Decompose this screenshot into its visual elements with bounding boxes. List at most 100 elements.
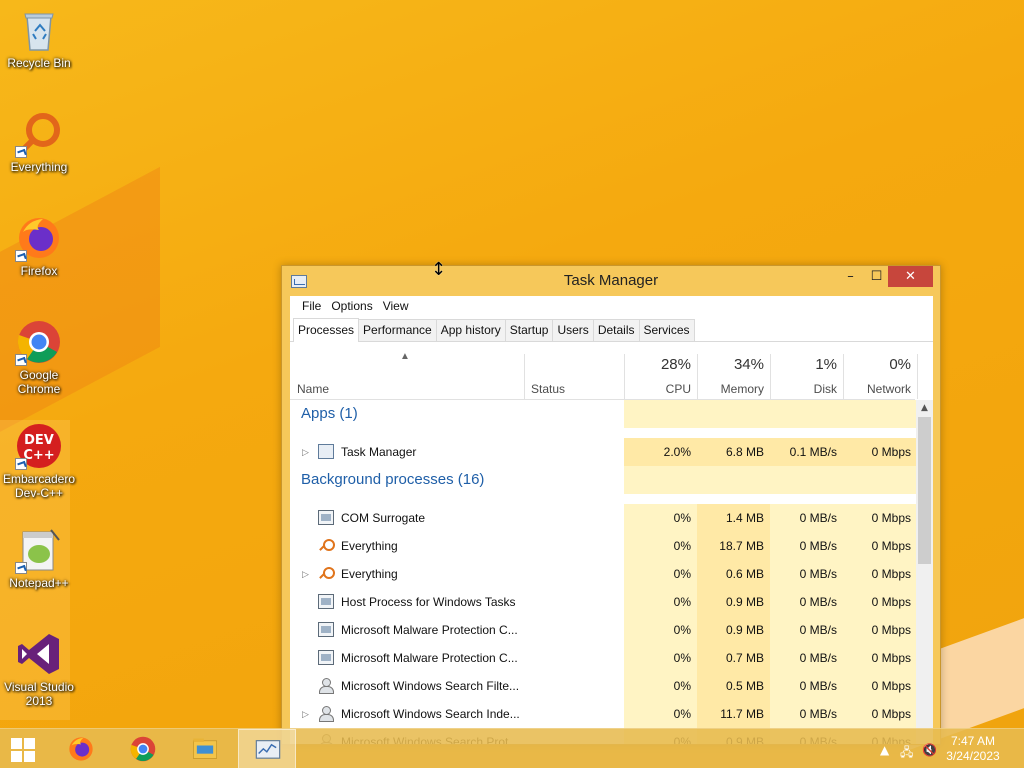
column-header-status[interactable]: Status — [525, 354, 624, 400]
process-cpu: 0% — [624, 560, 697, 588]
process-name: COM Surrogate — [341, 511, 426, 525]
desktop-icon-dev-cpp[interactable]: DEV C++ Embarcadero Dev-C++ — [2, 422, 76, 500]
taskbar-chrome[interactable] — [114, 729, 172, 768]
vertical-scrollbar[interactable]: ▲ — [916, 400, 933, 744]
cell-shade — [770, 466, 843, 494]
process-cpu: 0% — [624, 504, 697, 532]
process-row[interactable]: Everything 0% 18.7 MB 0 MB/s 0 Mbps — [290, 532, 917, 560]
clock[interactable]: 7:47 AM 3/24/2023 — [938, 734, 1008, 764]
desktop-icon-notepad-plus-plus[interactable]: Notepad++ — [2, 526, 76, 590]
process-row[interactable]: Microsoft Malware Protection C... 0% 0.7 M… — [290, 644, 917, 672]
process-row[interactable]: ▷ Everything 0% 0.6 MB 0 MB/s 0 Mbps — [290, 560, 917, 588]
tab-processes[interactable]: Processes — [293, 318, 360, 342]
taskbar-file-explorer[interactable] — [176, 729, 234, 768]
process-memory: 11.7 MB — [697, 700, 770, 728]
process-name: Host Process for Windows Tasks — [341, 595, 516, 609]
process-row[interactable]: ▷ Task Manager 2.0% 6.8 MB 0.1 MB/s 0 Mbps — [290, 438, 917, 466]
column-header-disk[interactable]: 1% Disk — [771, 354, 843, 400]
cell-shade — [770, 400, 843, 428]
recycle-bin-icon — [15, 6, 63, 54]
process-name-cell: Everything — [290, 532, 624, 560]
process-memory: 0.9 MB — [697, 616, 770, 644]
cell-shade — [843, 466, 917, 494]
tab-app-history[interactable]: App history — [435, 319, 506, 341]
desktop-icon-recycle-bin[interactable]: Recycle Bin — [2, 6, 76, 70]
volume-muted-icon[interactable]: 🔇 — [922, 743, 937, 757]
taskbar-task-manager[interactable] — [238, 729, 296, 768]
expand-chevron-icon[interactable]: ▷ — [302, 700, 309, 728]
column-divider — [917, 354, 918, 399]
title-bar[interactable]: Task Manager – ☐ ✕ — [282, 266, 940, 296]
scroll-thumb[interactable] — [918, 417, 931, 564]
dev-cpp-icon: DEV C++ — [15, 422, 63, 470]
tab-details[interactable]: Details — [592, 319, 640, 341]
group-header-apps[interactable]: Apps (1) — [290, 400, 917, 428]
desktop-icon-label: Google Chrome — [17, 368, 61, 396]
process-name: Microsoft Windows Search Filte... — [341, 679, 520, 693]
tab-users[interactable]: Users — [552, 319, 594, 341]
cell-shade — [843, 400, 917, 428]
column-header-network[interactable]: 0% Network — [844, 354, 917, 400]
start-button[interactable] — [0, 729, 48, 768]
process-memory: 18.7 MB — [697, 532, 770, 560]
process-row[interactable]: Microsoft Malware Protection C... 0% 0.9 M… — [290, 616, 917, 644]
task-manager-window[interactable]: Task Manager – ☐ ✕ File Options View Pro… — [281, 265, 941, 745]
memory-total-percent: 34% — [733, 356, 764, 373]
taskbar-firefox[interactable] — [52, 729, 110, 768]
process-row[interactable]: COM Surrogate 0% 1.4 MB 0 MB/s 0 Mbps — [290, 504, 917, 532]
desktop-icon-everything[interactable]: Everything — [2, 110, 76, 174]
group-header-background[interactable]: Background processes (16) — [290, 466, 917, 494]
process-name-cell: Microsoft Malware Protection C... — [290, 644, 624, 672]
process-row[interactable]: Host Process for Windows Tasks 0% 0.9 MB 0 … — [290, 588, 917, 616]
process-name-cell: ▷ Everything — [290, 560, 624, 588]
window-app-icon — [318, 650, 334, 665]
column-header-name[interactable]: Name — [290, 354, 524, 400]
chrome-icon — [15, 318, 63, 366]
chrome-icon — [130, 736, 156, 762]
network-icon[interactable]: 🖧 — [900, 743, 913, 764]
process-memory: 0.6 MB — [697, 560, 770, 588]
window-client-area: File Options View Processes Performance … — [290, 296, 933, 744]
process-name: Everything — [341, 567, 398, 581]
process-row[interactable]: Microsoft Windows Search Filte... 0% 0.5 M… — [290, 672, 917, 700]
desktop-icon-label: Firefox — [20, 264, 58, 278]
scroll-up-arrow-icon[interactable]: ▲ — [916, 400, 933, 417]
maximize-button[interactable]: ☐ — [863, 266, 890, 287]
desktop-icon-google-chrome[interactable]: Google Chrome — [2, 318, 76, 396]
show-hidden-icons-chevron-icon[interactable]: ▲ — [880, 743, 889, 757]
window-app-icon — [318, 510, 334, 525]
tab-startup[interactable]: Startup — [504, 319, 554, 341]
menu-file[interactable]: File — [297, 296, 326, 317]
user-icon — [318, 678, 334, 694]
process-disk: 0 MB/s — [770, 588, 843, 616]
desktop-icon-firefox[interactable]: Firefox — [2, 214, 76, 278]
process-cpu: 0% — [624, 532, 697, 560]
column-header-cpu[interactable]: 28% CPU — [625, 354, 697, 400]
process-disk: 0 MB/s — [770, 700, 843, 728]
process-rows: Apps (1) ▷ Task Manager 2.0% 6.8 MB 0.1 MB/s… — [290, 400, 917, 744]
cpu-total-percent: 28% — [660, 356, 691, 373]
process-memory: 1.4 MB — [697, 504, 770, 532]
process-name-cell: Microsoft Windows Search Filte... — [290, 672, 624, 700]
expand-chevron-icon[interactable]: ▷ — [302, 560, 309, 588]
system-tray: ▲ 🖧 🔇 7:47 AM 3/24/2023 — [864, 729, 1024, 768]
cell-shade — [697, 466, 770, 494]
user-icon — [318, 706, 334, 722]
expand-chevron-icon[interactable]: ▷ — [302, 438, 309, 466]
process-row[interactable]: ▷ Microsoft Windows Search Inde... 0% 11.7 … — [290, 700, 917, 728]
column-header-memory[interactable]: 34% Memory — [698, 354, 770, 400]
minimize-button[interactable]: – — [837, 266, 864, 287]
process-disk: 0 MB/s — [770, 672, 843, 700]
notepad-plus-plus-icon — [15, 526, 63, 574]
tab-performance[interactable]: Performance — [358, 319, 437, 341]
column-cpu-label: CPU — [665, 382, 691, 396]
process-name: Task Manager — [341, 445, 417, 459]
tab-services[interactable]: Services — [638, 319, 695, 341]
menu-view[interactable]: View — [378, 296, 414, 317]
process-memory: 6.8 MB — [697, 438, 770, 466]
column-name-label: Name — [297, 382, 330, 396]
close-button[interactable]: ✕ — [888, 266, 933, 287]
menu-options[interactable]: Options — [326, 296, 377, 317]
process-network: 0 Mbps — [843, 560, 917, 588]
desktop-icon-visual-studio[interactable]: Visual Studio 2013 — [2, 630, 76, 708]
